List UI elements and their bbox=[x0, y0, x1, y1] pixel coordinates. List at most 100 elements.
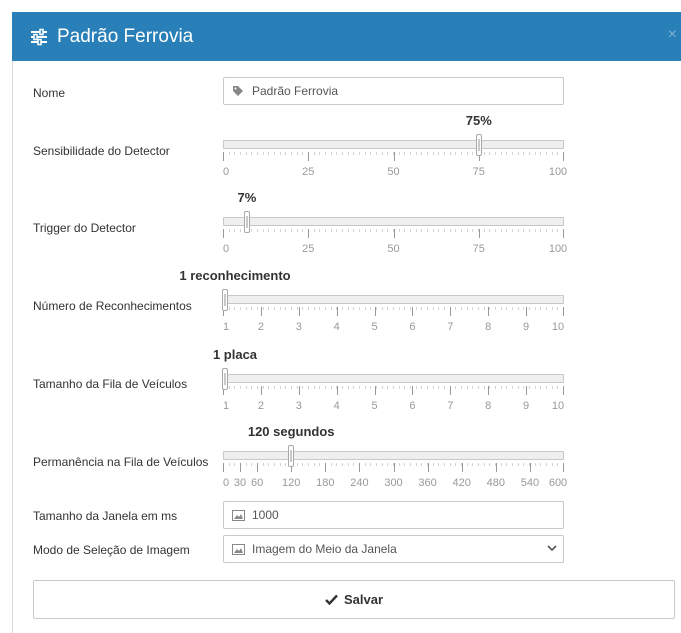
slider-handle[interactable] bbox=[288, 445, 295, 467]
slider-ticks bbox=[223, 152, 564, 162]
modo-value: Imagem do Meio da Janela bbox=[252, 542, 397, 556]
major-tick bbox=[299, 386, 300, 395]
minor-tick bbox=[280, 229, 281, 232]
minor-tick bbox=[461, 307, 462, 310]
sliders-icon bbox=[30, 28, 48, 46]
minor-tick bbox=[512, 463, 513, 466]
reconhecimentos-slider[interactable]: 1 2 3 4 5 6 7 8 9 10 1 reconhecimento bbox=[179, 268, 564, 355]
slider-handle[interactable] bbox=[243, 211, 250, 233]
major-tick bbox=[428, 463, 429, 472]
minor-tick bbox=[433, 463, 434, 466]
tick-label: 30 bbox=[233, 477, 247, 489]
minor-tick bbox=[512, 152, 513, 155]
minor-tick bbox=[268, 463, 269, 466]
slider-handle[interactable] bbox=[222, 368, 228, 390]
minor-tick bbox=[382, 386, 383, 389]
minor-tick bbox=[297, 307, 298, 310]
tick-label: 0 bbox=[222, 477, 230, 489]
minor-tick bbox=[251, 152, 252, 155]
dialog-title: Padrão Ferrovia bbox=[57, 25, 194, 47]
minor-tick bbox=[529, 152, 530, 155]
major-tick bbox=[375, 307, 376, 316]
minor-tick bbox=[433, 307, 434, 310]
slider-track[interactable] bbox=[223, 295, 564, 304]
tick-label: 9 bbox=[523, 400, 530, 412]
major-tick bbox=[563, 386, 564, 395]
minor-tick bbox=[240, 152, 241, 155]
minor-tick bbox=[229, 307, 230, 310]
major-tick bbox=[563, 152, 564, 161]
tick-label: 50 bbox=[387, 166, 400, 178]
minor-tick bbox=[523, 386, 524, 389]
minor-tick bbox=[280, 463, 281, 466]
minor-tick bbox=[399, 386, 400, 389]
minor-tick bbox=[263, 229, 264, 232]
minor-tick bbox=[376, 229, 377, 232]
slider-ticks bbox=[223, 229, 564, 239]
slider-handle[interactable] bbox=[475, 134, 482, 156]
trigger-label: Trigger do Detector bbox=[33, 221, 136, 235]
minor-tick bbox=[308, 463, 309, 466]
close-icon[interactable]: × bbox=[668, 26, 677, 44]
major-tick bbox=[261, 386, 262, 395]
minor-tick bbox=[501, 229, 502, 232]
save-button[interactable]: Salvar bbox=[33, 580, 675, 619]
slider-value: 1 placa bbox=[212, 347, 258, 362]
slider-track[interactable] bbox=[223, 217, 564, 226]
sensibilidade-slider[interactable]: 0 25 50 75 100 75% bbox=[223, 113, 567, 200]
fila-label: Tamanho da Fila de Veículos bbox=[33, 377, 188, 391]
minor-tick bbox=[257, 229, 258, 232]
minor-tick bbox=[433, 229, 434, 232]
minor-tick bbox=[552, 386, 553, 389]
minor-tick bbox=[370, 386, 371, 389]
minor-tick bbox=[229, 463, 230, 466]
minor-tick bbox=[274, 386, 275, 389]
minor-tick bbox=[540, 463, 541, 466]
minor-tick bbox=[489, 386, 490, 389]
tick-label: 240 bbox=[350, 477, 369, 489]
slider-track[interactable] bbox=[223, 374, 564, 383]
minor-tick bbox=[331, 152, 332, 155]
minor-tick bbox=[308, 386, 309, 389]
minor-tick bbox=[455, 463, 456, 466]
minor-tick bbox=[325, 386, 326, 389]
minor-tick bbox=[455, 152, 456, 155]
tick-label: 8 bbox=[485, 321, 492, 333]
nome-input[interactable]: Padrão Ferrovia bbox=[223, 77, 564, 105]
slider-track[interactable] bbox=[223, 451, 564, 460]
minor-tick bbox=[370, 463, 371, 466]
minor-tick bbox=[512, 386, 513, 389]
minor-tick bbox=[268, 229, 269, 232]
minor-tick bbox=[280, 152, 281, 155]
minor-tick bbox=[404, 152, 405, 155]
minor-tick bbox=[240, 307, 241, 310]
minor-tick bbox=[535, 229, 536, 232]
minor-tick bbox=[501, 152, 502, 155]
modo-select[interactable]: Imagem do Meio da Janela bbox=[223, 535, 564, 563]
minor-tick bbox=[506, 152, 507, 155]
minor-tick bbox=[353, 307, 354, 310]
minor-tick bbox=[387, 152, 388, 155]
minor-tick bbox=[495, 307, 496, 310]
minor-tick bbox=[370, 307, 371, 310]
janela-label: Tamanho da Janela em ms bbox=[33, 509, 178, 523]
minor-tick bbox=[280, 386, 281, 389]
slider-ticks bbox=[223, 386, 564, 396]
minor-tick bbox=[438, 463, 439, 466]
minor-tick bbox=[348, 463, 349, 466]
tick-label: 7 bbox=[447, 321, 454, 333]
minor-tick bbox=[291, 152, 292, 155]
minor-tick bbox=[438, 229, 439, 232]
slider-track[interactable] bbox=[223, 140, 564, 149]
minor-tick bbox=[285, 152, 286, 155]
janela-input[interactable]: 1000 bbox=[223, 501, 564, 529]
tick-label: 120 bbox=[282, 477, 301, 489]
minor-tick bbox=[404, 229, 405, 232]
tick-label: 8 bbox=[485, 400, 492, 412]
minor-tick bbox=[518, 152, 519, 155]
check-icon bbox=[325, 592, 338, 608]
minor-tick bbox=[359, 152, 360, 155]
major-tick bbox=[563, 307, 564, 316]
slider-handle[interactable] bbox=[222, 289, 228, 311]
minor-tick bbox=[336, 229, 337, 232]
